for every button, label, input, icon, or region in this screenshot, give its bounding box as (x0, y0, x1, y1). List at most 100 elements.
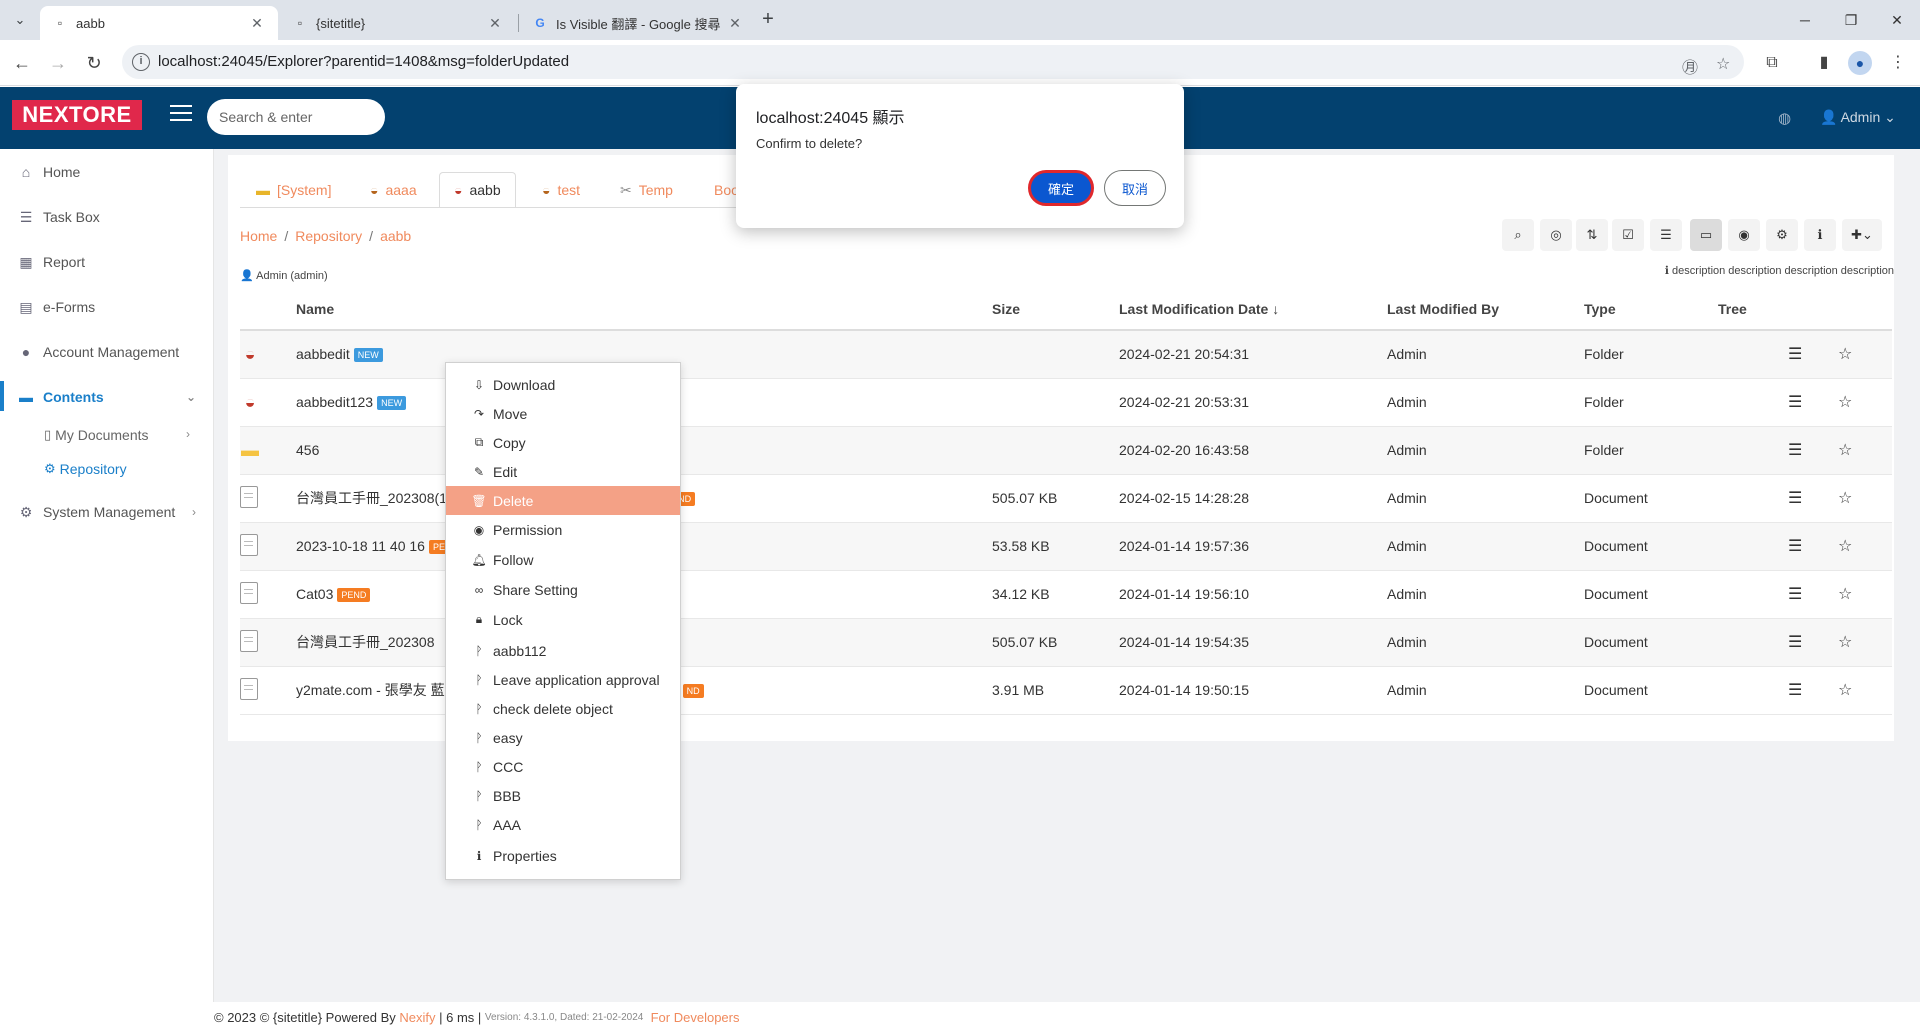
browser-menu-icon[interactable]: ⋮ (1886, 51, 1910, 75)
row-modified-by[interactable]: Admin (1387, 522, 1584, 571)
row-modified-by[interactable]: Admin (1387, 330, 1584, 379)
star-icon[interactable]: ☆ (1838, 570, 1892, 619)
footer-brand-link[interactable]: Nexify (399, 1010, 435, 1025)
side-panel-icon[interactable]: ▮ (1812, 51, 1836, 75)
menu-item-lock[interactable]: 🔒︎ Lock (446, 605, 680, 634)
nextore-logo[interactable]: NEXTORE (12, 100, 142, 130)
star-icon[interactable]: ☆ (1838, 330, 1892, 379)
hamburger-menu-icon[interactable] (170, 105, 192, 123)
breadcrumb-repository[interactable]: Repository (295, 228, 362, 244)
row-name[interactable]: Cat03 (296, 586, 333, 602)
address-bar[interactable]: i localhost:24045/Explorer?parentid=1408… (122, 45, 1744, 79)
row-name[interactable]: aabbedit (296, 346, 350, 362)
star-icon[interactable]: ☆ (1838, 474, 1892, 523)
select-all-icon[interactable]: ☑ (1612, 219, 1644, 251)
menu-item-edit[interactable]: ✎ Edit (446, 457, 680, 486)
menu-item-delete[interactable]: 🗑 Delete (446, 486, 680, 515)
sidebar-item-system-management[interactable]: ⚙ System Management › (0, 492, 214, 532)
type-column-header[interactable]: Type (1584, 288, 1718, 331)
search-icon[interactable]: ⌕ (1502, 219, 1534, 251)
tab-system[interactable]: ▬ [System] (242, 172, 345, 208)
close-icon[interactable]: ✕ (726, 15, 744, 32)
restore-icon[interactable]: ❐ (1828, 8, 1874, 32)
chevron-right-icon[interactable]: › (186, 427, 190, 441)
row-name[interactable]: 台灣員工手冊_202308(1( (296, 490, 452, 506)
breadcrumb-current[interactable]: aabb (380, 228, 411, 244)
close-icon[interactable]: ✕ (248, 15, 266, 32)
name-column-header[interactable]: Name (296, 288, 992, 331)
row-modified-by[interactable]: Admin (1387, 378, 1584, 427)
sidebar-subitem-my-documents[interactable]: ▯ My Documents (44, 423, 149, 447)
menu-item-leave-application-approval[interactable]: ᚹ Leave application approval (446, 665, 680, 694)
search-input[interactable] (207, 99, 385, 135)
browser-tab-sitetitle[interactable]: ▫ {sitetitle} ✕ (280, 6, 516, 40)
extensions-icon[interactable]: ⧉ (1760, 51, 1784, 75)
tab-test[interactable]: ◒ test (528, 172, 594, 208)
star-icon[interactable]: ☆ (1838, 618, 1892, 667)
tab-boo[interactable]: Boo (700, 172, 736, 208)
bookmark-star-icon[interactable]: ☆ (1716, 54, 1730, 74)
row-menu-icon[interactable]: ☰ (1788, 378, 1838, 427)
sidebar-item-home[interactable]: ⌂ Home (0, 152, 214, 192)
menu-item-aabb112[interactable]: ᚹ aabb112 (446, 636, 680, 665)
modified-by-column-header[interactable]: Last Modified By (1387, 288, 1584, 331)
forward-icon[interactable]: → (44, 49, 72, 77)
menu-item-aaa[interactable]: ᚹ AAA (446, 810, 680, 839)
new-tab-button[interactable]: + (758, 9, 778, 30)
menu-item-easy[interactable]: ᚹ easy (446, 723, 680, 752)
row-name[interactable]: 台灣員工手冊_202308 (296, 634, 435, 650)
info-icon[interactable]: ℹ (1804, 219, 1836, 251)
menu-item-download[interactable]: ⇩ Download (446, 370, 680, 399)
gear-icon[interactable]: ⚙ (1766, 219, 1798, 251)
sidebar-item-contents[interactable]: ▬ Contents ⌄ (0, 377, 214, 417)
add-dropdown-icon[interactable]: ✚⌄ (1842, 219, 1882, 251)
row-modified-by[interactable]: Admin (1387, 618, 1584, 667)
star-icon[interactable]: ☆ (1838, 426, 1892, 475)
menu-item-follow[interactable]: 🔔︎ Follow (446, 545, 680, 574)
user-circle-icon[interactable]: ◉ (1728, 219, 1760, 251)
menu-item-copy[interactable]: ⧉ Copy (446, 428, 680, 457)
breadcrumb-home[interactable]: Home (240, 228, 277, 244)
browser-tab-aabb[interactable]: ▫ aabb ✕ (40, 6, 278, 40)
star-icon[interactable]: ☆ (1838, 378, 1892, 427)
detail-view-icon[interactable]: ▭ (1690, 219, 1722, 251)
close-icon[interactable]: ✕ (486, 15, 504, 32)
hide-icon[interactable]: ◎ (1540, 219, 1572, 251)
menu-item-bbb[interactable]: ᚹ BBB (446, 781, 680, 810)
menu-item-move[interactable]: ↷ Move (446, 399, 680, 428)
date-column-header[interactable]: Last Modification Date ↓ (1119, 288, 1387, 331)
tab-aabb[interactable]: ◒ aabb (439, 172, 516, 208)
tree-column-header[interactable]: Tree (1718, 288, 1788, 331)
sidebar-item-report[interactable]: ▦ Report (0, 242, 214, 282)
row-modified-by[interactable]: Admin (1387, 570, 1584, 619)
site-info-icon[interactable]: i (132, 53, 150, 71)
menu-item-permission[interactable]: ◉ Permission (446, 515, 680, 544)
admin-user-menu[interactable]: 👤 Admin ⌄ (1820, 109, 1896, 126)
row-menu-icon[interactable]: ☰ (1788, 330, 1838, 379)
row-menu-icon[interactable]: ☰ (1788, 474, 1838, 523)
tab-temp[interactable]: ✂ Temp (606, 172, 687, 208)
row-modified-by[interactable]: Admin (1387, 426, 1584, 475)
row-modified-by[interactable]: Admin (1387, 666, 1584, 715)
row-name[interactable]: 2023-10-18 11 40 16 (296, 538, 425, 554)
row-name[interactable]: aabbedit123 (296, 394, 373, 410)
row-name[interactable]: y2mate.com - 張學友 藍 (296, 682, 445, 698)
row-menu-icon[interactable]: ☰ (1788, 426, 1838, 475)
sidebar-item-account-management[interactable]: ● Account Management (0, 332, 214, 372)
sidebar-item-task-box[interactable]: ☰ Task Box (0, 197, 214, 237)
profile-avatar-icon[interactable]: ● (1848, 51, 1872, 75)
star-icon[interactable]: ☆ (1838, 666, 1892, 715)
menu-item-share-setting[interactable]: ∞ Share Setting (446, 575, 680, 604)
sidebar-item-e-forms[interactable]: ▤ e-Forms (0, 287, 214, 327)
minimize-icon[interactable]: ─ (1782, 8, 1828, 32)
reload-icon[interactable]: ↻ (80, 49, 108, 77)
footer-developers-link[interactable]: For Developers (651, 1010, 740, 1025)
menu-item-check-delete-object[interactable]: ᚹ check delete object (446, 694, 680, 723)
star-icon[interactable]: ☆ (1838, 522, 1892, 571)
browser-tab-google[interactable]: G Is Visible 翻譯 - Google 搜尋 ✕ (520, 6, 756, 40)
translate-icon[interactable]: ㊊ (1682, 54, 1698, 78)
row-menu-icon[interactable]: ☰ (1788, 522, 1838, 571)
confirm-ok-button[interactable]: 確定 (1028, 170, 1094, 206)
row-modified-by[interactable]: Admin (1387, 474, 1584, 523)
back-icon[interactable]: ← (8, 49, 36, 77)
